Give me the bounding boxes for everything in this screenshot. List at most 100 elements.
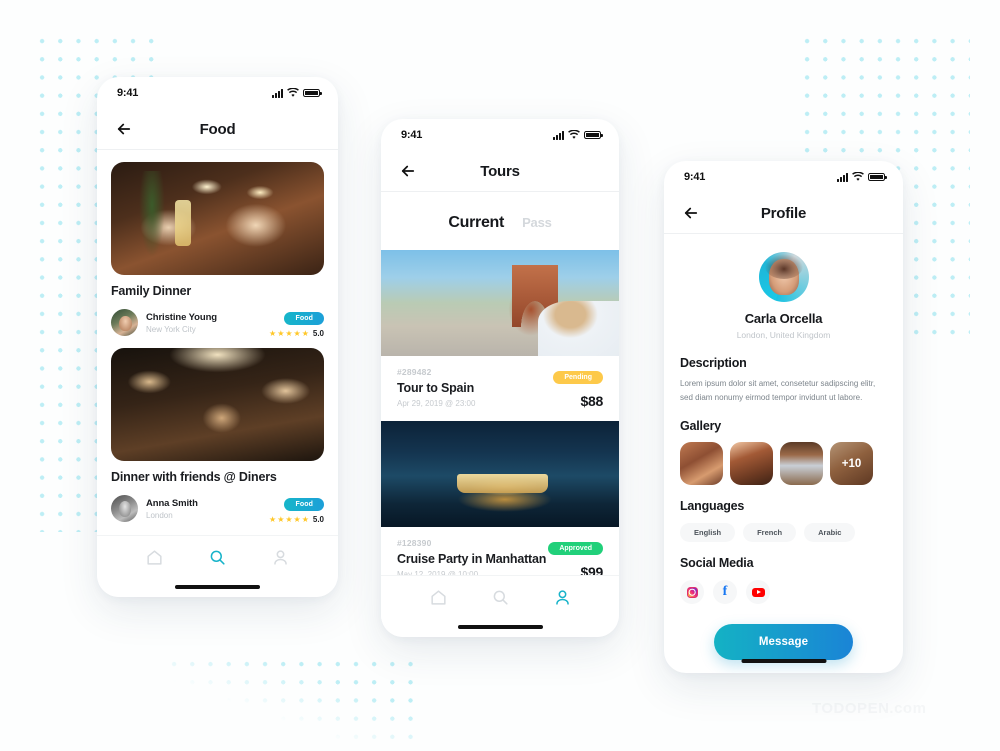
tour-card-right: Approved $99 — [548, 537, 603, 580]
gallery-thumbnail[interactable] — [730, 442, 773, 485]
gallery-more-count: +10 — [830, 442, 873, 485]
phone-screen-food: 9:41 Food Family Dinner Christine Young … — [97, 77, 338, 597]
message-button[interactable]: Message — [714, 624, 853, 660]
rating-value: 5.0 — [312, 515, 324, 524]
back-arrow-icon[interactable] — [682, 204, 700, 222]
category-badge[interactable]: Food — [284, 312, 324, 325]
tour-card-list: #289482 Tour to Spain Apr 29, 2019 @ 23:… — [381, 250, 619, 592]
tour-card[interactable]: #128390 Cruise Party in Manhattan May 12… — [381, 421, 619, 592]
bottom-tab-bar — [381, 575, 619, 637]
star-icon: ★ — [277, 328, 285, 338]
status-time: 9:41 — [117, 87, 139, 99]
social-link-youtube[interactable] — [746, 580, 770, 604]
status-bar: 9:41 — [97, 77, 338, 109]
tab-search[interactable] — [208, 548, 227, 572]
tour-card[interactable]: #289482 Tour to Spain Apr 29, 2019 @ 23:… — [381, 250, 619, 421]
star-icon: ★ — [285, 328, 293, 338]
section-title-gallery: Gallery — [680, 419, 721, 433]
tab-current[interactable]: Current — [448, 214, 504, 232]
rating-value: 5.0 — [312, 329, 324, 338]
search-icon — [493, 591, 508, 605]
tour-card-image — [381, 421, 619, 527]
description-text: Lorem ipsum dolor sit amet, consetetur s… — [680, 379, 876, 402]
food-card-right: Food ★ ★ ★ ★ ★ 5.0 — [269, 493, 324, 524]
battery-icon — [584, 130, 603, 140]
battery-icon — [868, 172, 887, 182]
facebook-icon: f — [722, 584, 728, 599]
status-icons — [272, 88, 322, 98]
food-card-title: Family Dinner — [111, 284, 192, 298]
gallery-thumbnail-more[interactable]: +10 — [830, 442, 873, 485]
status-badge: Approved — [548, 542, 603, 555]
tour-card-image — [381, 250, 619, 356]
star-icon: ★ — [269, 328, 277, 338]
status-bar: 9:41 — [381, 119, 619, 151]
social-link-facebook[interactable]: f — [713, 580, 737, 604]
tab-home[interactable] — [145, 548, 164, 572]
wifi-icon — [568, 130, 580, 139]
instagram-icon — [686, 586, 698, 598]
tab-home[interactable] — [429, 588, 448, 612]
tab-icons — [381, 588, 619, 612]
home-indicator — [741, 659, 826, 663]
star-icon: ★ — [269, 514, 277, 524]
profile-location: London, United Kingdom — [736, 330, 831, 340]
wifi-icon — [852, 172, 864, 181]
gallery-thumbnail[interactable] — [680, 442, 723, 485]
author-name: Anna Smith — [146, 497, 198, 509]
nav-bar: Profile — [664, 193, 903, 233]
food-card[interactable]: Dinner with friends @ Diners Anna Smith … — [97, 348, 338, 534]
category-badge[interactable]: Food — [284, 498, 324, 511]
avatar — [758, 252, 809, 302]
phone-screen-tours: 9:41 Tours Current Pass #289482 Tour to … — [381, 119, 619, 637]
author-name: Christine Young — [146, 311, 217, 323]
back-arrow-icon[interactable] — [399, 162, 417, 180]
wifi-icon — [287, 88, 299, 97]
home-icon — [147, 550, 162, 565]
gallery-thumbnail[interactable] — [780, 442, 823, 485]
author-city: New York City — [146, 324, 196, 334]
nav-bar: Tours — [381, 151, 619, 191]
section-title-description: Description — [680, 356, 747, 370]
page-title: Food — [199, 120, 236, 138]
social-link-instagram[interactable] — [680, 580, 704, 604]
rating: ★ ★ ★ ★ ★ 5.0 — [269, 329, 324, 338]
watermark: TODOPEN.com — [812, 700, 927, 717]
language-pills: English French Arabic — [680, 523, 887, 542]
home-icon — [430, 590, 446, 605]
tab-search[interactable] — [491, 588, 510, 612]
cellular-bars-icon — [272, 88, 283, 98]
cellular-bars-icon — [837, 172, 848, 182]
food-card[interactable]: Family Dinner Christine Young New York C… — [97, 162, 338, 348]
author-block: Anna Smith London — [146, 498, 269, 520]
tour-card-body: #289482 Tour to Spain Apr 29, 2019 @ 23:… — [381, 356, 619, 421]
social-media-section: Social Media f — [680, 556, 887, 604]
tab-profile[interactable] — [271, 548, 290, 572]
profile-name: Carla Orcella — [744, 311, 823, 326]
cellular-bars-icon — [553, 130, 564, 140]
status-icons — [837, 172, 887, 182]
language-pill: Arabic — [804, 523, 856, 542]
section-title-social-media: Social Media — [680, 556, 754, 570]
status-time: 9:41 — [401, 129, 423, 141]
search-icon — [210, 551, 225, 565]
profile-header: Carla Orcella London, United Kingdom — [680, 234, 887, 344]
gallery-thumbnails: +10 — [680, 442, 887, 485]
food-card-list: Family Dinner Christine Young New York C… — [97, 150, 338, 534]
languages-section: Languages English French Arabic — [680, 499, 887, 542]
back-arrow-icon[interactable] — [115, 120, 133, 138]
description-section: Description Lorem ipsum dolor sit amet, … — [680, 356, 887, 405]
language-pill: English — [680, 523, 736, 542]
star-icon: ★ — [293, 514, 301, 524]
food-card-image — [111, 348, 324, 461]
profile-icon — [555, 590, 569, 605]
profile-icon — [274, 550, 287, 565]
tab-pass[interactable]: Pass — [522, 215, 552, 230]
rating: ★ ★ ★ ★ ★ 5.0 — [269, 515, 324, 524]
tour-card-right: Pending $88 — [553, 366, 603, 409]
author-block: Christine Young New York City — [146, 312, 269, 334]
food-card-right: Food ★ ★ ★ ★ ★ 5.0 — [269, 307, 324, 338]
gallery-section: Gallery +10 — [680, 419, 887, 485]
tab-profile[interactable] — [553, 588, 572, 612]
phone-screen-profile: 9:41 Profile Carla Orcella London, Unite… — [664, 161, 903, 673]
